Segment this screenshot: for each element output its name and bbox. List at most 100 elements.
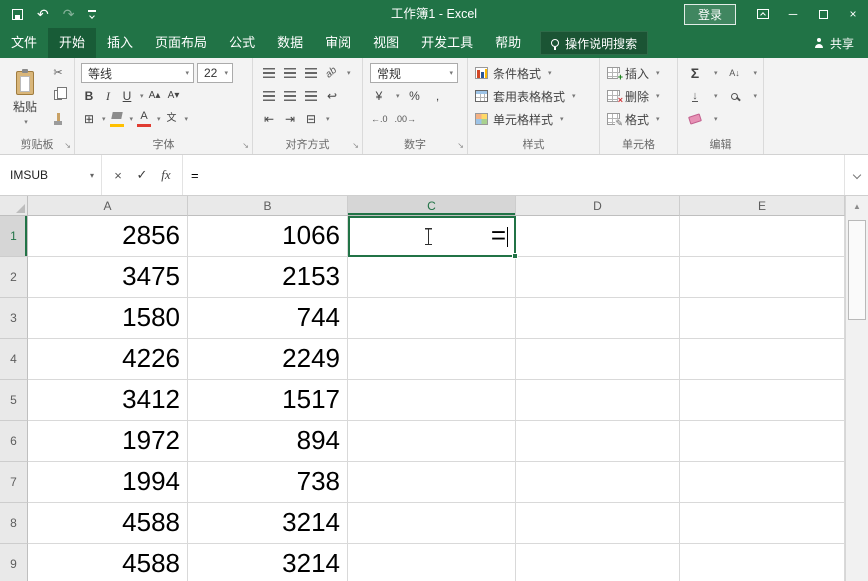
tab-review[interactable]: 审阅 [314,28,362,58]
font-color-button[interactable]: A [136,109,152,129]
cell-C3[interactable] [348,298,516,339]
sort-filter-button[interactable]: A↓ [727,63,743,83]
cell-C6[interactable] [348,421,516,462]
row-header-6[interactable]: 6 [0,421,28,462]
cell-E1[interactable] [680,216,845,257]
cell-E2[interactable] [680,257,845,298]
font-name-combo[interactable]: 等线▾ [81,63,194,83]
tab-insert[interactable]: 插入 [96,28,144,58]
decrease-indent-button[interactable]: ⇤ [261,109,277,129]
name-box-dropdown[interactable]: ▾ [83,171,101,180]
cell-A6[interactable]: 1972 [28,421,188,462]
increase-indent-button[interactable]: ⇥ [282,109,298,129]
conditional-formatting-button[interactable]: 条件格式 ▾ [468,63,599,83]
tab-file[interactable]: 文件 [0,28,48,58]
row-header-5[interactable]: 5 [0,380,28,421]
cell-B7[interactable]: 738 [188,462,348,503]
accounting-format-button[interactable]: ¥ [371,86,387,106]
align-left-button[interactable] [261,86,277,106]
cell-B4[interactable]: 2249 [188,339,348,380]
cell-A5[interactable]: 3412 [28,380,188,421]
row-header-8[interactable]: 8 [0,503,28,544]
cell-B3[interactable]: 744 [188,298,348,339]
underline-button[interactable]: U [119,86,135,106]
increase-decimal-button[interactable]: ←.0 [371,109,388,129]
cell-D4[interactable] [516,339,680,380]
tab-developer[interactable]: 开发工具 [410,28,484,58]
alignment-dialog-launcher[interactable]: ↘ [352,142,359,150]
scrollbar-thumb[interactable] [848,220,866,320]
delete-cells-button[interactable]: × 删除 ▾ [600,86,677,106]
number-dialog-launcher[interactable]: ↘ [457,142,464,150]
customize-quick-access-button[interactable] [88,10,96,17]
row-header-1[interactable]: 1 [0,216,28,257]
column-header-E[interactable]: E [680,196,845,216]
cell-B9[interactable]: 3214 [188,544,348,581]
cell-C5[interactable] [348,380,516,421]
formula-bar-expand-button[interactable] [844,155,868,195]
tell-me-search[interactable]: 操作说明搜索 [540,31,648,55]
percent-style-button[interactable]: % [407,86,423,106]
number-format-combo[interactable]: 常规▾ [370,63,458,83]
cell-E6[interactable] [680,421,845,462]
row-header-4[interactable]: 4 [0,339,28,380]
tab-data[interactable]: 数据 [266,28,314,58]
cell-A4[interactable]: 4226 [28,339,188,380]
select-all-button[interactable] [0,196,28,216]
redo-button[interactable]: ↷ [63,7,75,21]
decrease-font-size-button[interactable]: A▾ [166,86,182,106]
scroll-up-button[interactable]: ▲ [846,196,868,216]
cell-E7[interactable] [680,462,845,503]
minimize-button[interactable]: ─ [778,0,808,28]
format-painter-button[interactable] [48,108,68,125]
row-header-9[interactable]: 9 [0,544,28,581]
cell-E3[interactable] [680,298,845,339]
cell-D6[interactable] [516,421,680,462]
cell-D8[interactable] [516,503,680,544]
copy-button[interactable] [48,86,68,103]
row-header-7[interactable]: 7 [0,462,28,503]
wrap-text-button[interactable]: ↩ [324,86,340,106]
cell-E8[interactable] [680,503,845,544]
cell-C7[interactable] [348,462,516,503]
align-bottom-button[interactable] [303,63,319,83]
cell-B5[interactable]: 1517 [188,380,348,421]
cell-D9[interactable] [516,544,680,581]
format-as-table-button[interactable]: 套用表格格式 ▾ [468,86,599,106]
share-button[interactable]: 共享 [814,28,868,58]
find-select-button[interactable] [727,86,743,106]
cell-A3[interactable]: 1580 [28,298,188,339]
clear-button[interactable] [687,109,703,129]
cell-B1[interactable]: 1066 [188,216,348,257]
cell-A2[interactable]: 3475 [28,257,188,298]
column-header-B[interactable]: B [188,196,348,216]
increase-font-size-button[interactable]: A▴ [147,86,163,106]
format-cells-button[interactable]: ✎ 格式 ▾ [600,109,677,129]
fill-color-button[interactable] [109,109,125,129]
ribbon-display-options-button[interactable] [748,0,778,28]
cell-D5[interactable] [516,380,680,421]
vertical-scrollbar[interactable]: ▲ [845,196,868,581]
comma-style-button[interactable]: , [430,86,446,106]
cell-A8[interactable]: 4588 [28,503,188,544]
bold-button[interactable]: B [81,86,97,106]
insert-cells-button[interactable]: + 插入 ▾ [600,63,677,83]
enter-button[interactable]: ✓ [130,167,154,183]
name-box[interactable]: IMSUB ▾ [0,155,102,195]
cell-E5[interactable] [680,380,845,421]
cell-B2[interactable]: 2153 [188,257,348,298]
column-header-A[interactable]: A [28,196,188,216]
cell-D2[interactable] [516,257,680,298]
merge-center-button[interactable]: ⊟ [303,109,319,129]
cell-C8[interactable] [348,503,516,544]
column-header-C[interactable]: C [348,196,516,216]
sign-in-button[interactable]: 登录 [684,4,736,25]
row-header-3[interactable]: 3 [0,298,28,339]
orientation-button[interactable]: ab [324,63,340,83]
align-middle-button[interactable] [282,63,298,83]
undo-button[interactable]: ↶ [37,7,49,21]
cell-D7[interactable] [516,462,680,503]
cell-A9[interactable]: 4588 [28,544,188,581]
tab-help[interactable]: 帮助 [484,28,532,58]
cell-D3[interactable] [516,298,680,339]
